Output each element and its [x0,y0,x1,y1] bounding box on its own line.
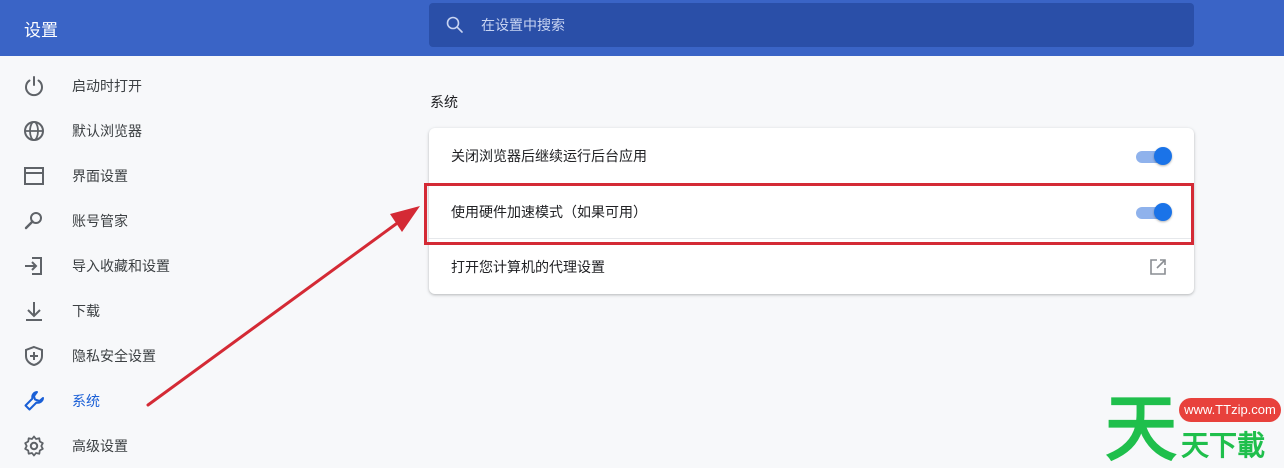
sidebar-item-accounts[interactable]: 账号管家 [0,199,300,243]
sidebar-item-advanced[interactable]: 高级设置 [0,424,300,468]
setting-label: 打开您计算机的代理设置 [451,260,605,276]
sidebar-item-downloads[interactable]: 下载 [0,289,300,333]
sidebar-item-label: 账号管家 [72,214,128,230]
shield-icon [25,345,43,367]
sidebar-item-label: 高级设置 [72,439,128,455]
key-icon [24,212,42,230]
sidebar-item-startup[interactable]: 启动时打开 [0,64,300,108]
sidebar-item-label: 系统 [72,394,100,410]
section-title: 系统 [430,95,458,111]
power-icon [25,76,43,97]
sidebar-item-label: 默认浏览器 [72,124,142,140]
toggle-knob [1154,147,1172,165]
globe-icon [24,121,44,141]
gear-icon [24,435,44,457]
setting-label: 使用硬件加速模式（如果可用） [451,205,647,221]
settings-card: 关闭浏览器后继续运行后台应用 使用硬件加速模式（如果可用） 打开您计算机的代理设… [429,128,1194,294]
setting-label: 关闭浏览器后继续运行后台应用 [451,149,647,165]
search-input[interactable] [479,13,1163,39]
download-icon [26,302,42,321]
top-bar: 设置 [0,0,1284,56]
setting-row-background-apps[interactable]: 关闭浏览器后继续运行后台应用 [429,128,1194,183]
watermark-url: www.TTzip.com [1179,398,1281,422]
sidebar-item-import[interactable]: 导入收藏和设置 [0,244,300,288]
sidebar-item-label: 下载 [72,304,100,320]
sidebar-item-label: 导入收藏和设置 [72,259,170,275]
external-link-icon[interactable] [1148,257,1168,277]
window-icon [24,167,44,185]
background-apps-toggle[interactable] [1134,147,1172,165]
hardware-acceleration-toggle[interactable] [1134,203,1172,221]
sidebar-item-system[interactable]: 系统 [0,379,300,423]
toggle-knob [1154,203,1172,221]
svg-text:天: 天 [1105,387,1177,465]
sidebar: 启动时打开 默认浏览器 界面设置 账号管家 导入收藏和设置 下载 隐私安全设置 … [0,56,300,465]
sidebar-item-label: 隐私安全设置 [72,349,156,365]
sidebar-item-label: 启动时打开 [72,79,142,95]
search-icon [446,16,463,33]
svg-text:天下載: 天下載 [1181,429,1265,462]
import-icon [25,257,42,275]
sidebar-item-default-browser[interactable]: 默认浏览器 [0,109,300,153]
watermark-brand: 天下載 [1181,429,1265,462]
sidebar-item-privacy[interactable]: 隐私安全设置 [0,334,300,378]
watermark-logo: 天 [1105,387,1177,465]
sidebar-item-appearance[interactable]: 界面设置 [0,154,300,198]
setting-row-hardware-acceleration[interactable]: 使用硬件加速模式（如果可用） [429,183,1194,239]
search-box[interactable] [429,3,1194,47]
wrench-icon [24,391,44,411]
page-title: 设置 [24,21,58,41]
setting-row-proxy[interactable]: 打开您计算机的代理设置 [429,238,1194,294]
sidebar-item-label: 界面设置 [72,169,128,185]
watermark: 天 www.TTzip.com 天下載 [1103,386,1284,465]
